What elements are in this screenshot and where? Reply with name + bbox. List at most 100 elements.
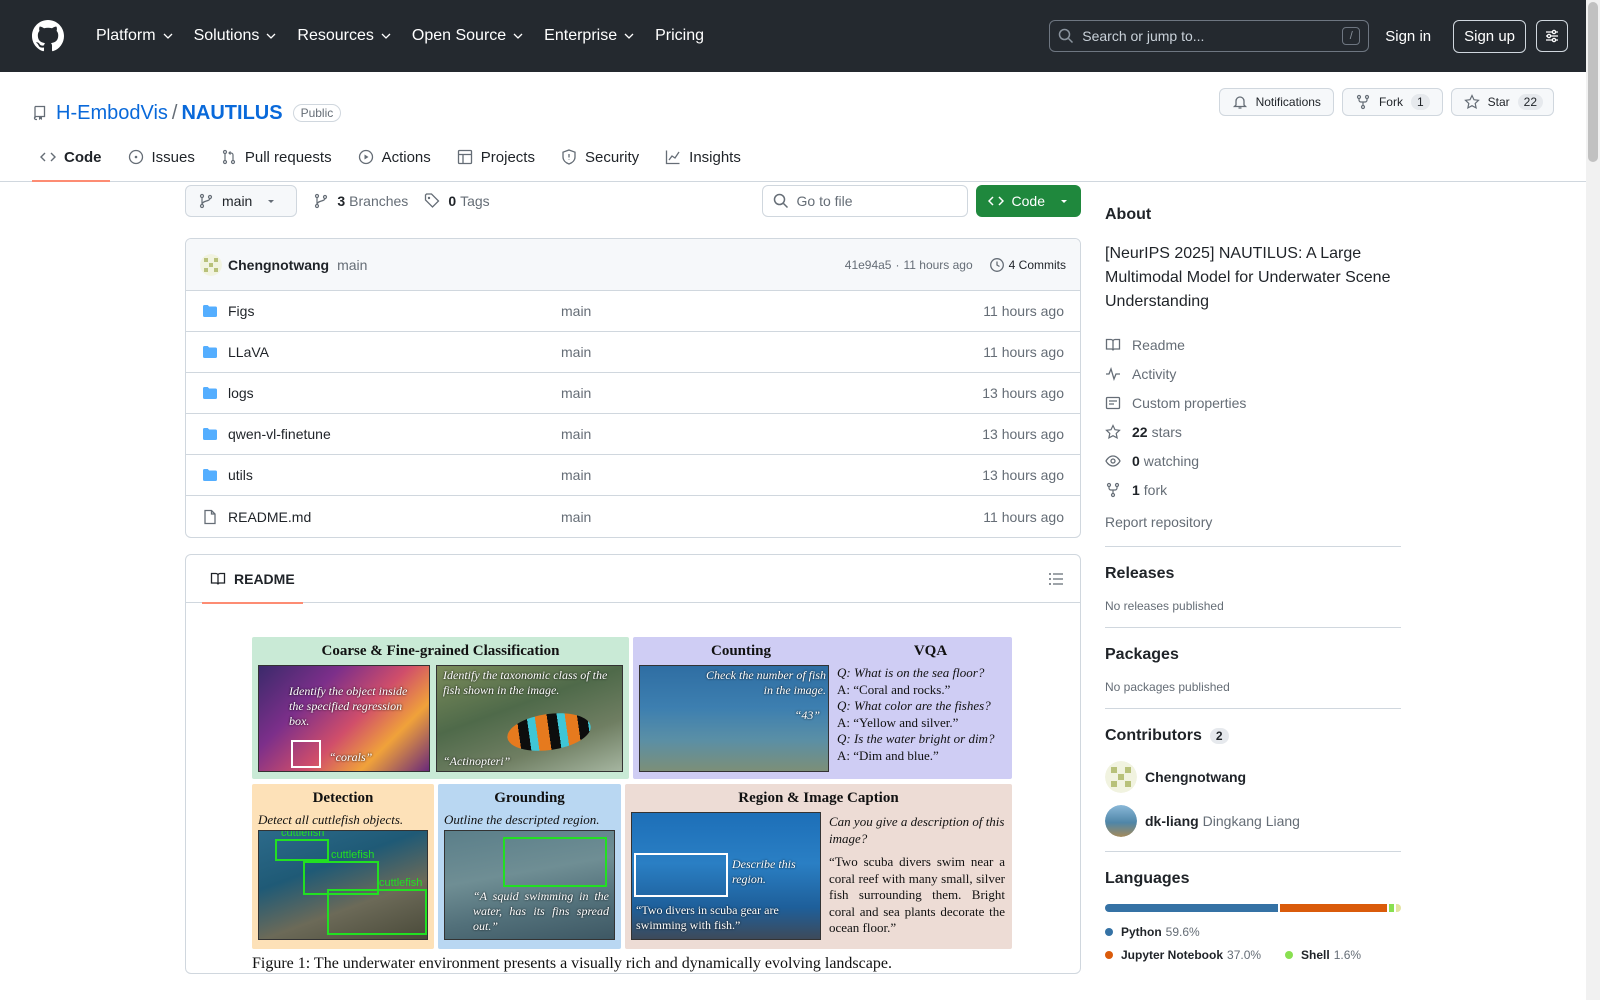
file-commit-message[interactable]: main: [561, 303, 591, 319]
commit-author-link[interactable]: Chengnotwang: [228, 257, 329, 273]
file-row[interactable]: README.md main 11 hours ago: [186, 496, 1080, 537]
detection-label-1: cuttlefish: [281, 830, 325, 839]
code-dropdown-button[interactable]: Code: [975, 185, 1081, 217]
tab-actions[interactable]: Actions: [350, 133, 439, 181]
tab-projects[interactable]: Projects: [449, 133, 543, 181]
go-to-file-input[interactable]: Go to file: [761, 185, 968, 217]
commit-meta-separator: ·: [895, 257, 900, 272]
notifications-button[interactable]: Notifications: [1218, 88, 1334, 116]
nav-label: Open Source: [411, 27, 507, 44]
stars-link[interactable]: 22 stars: [1105, 417, 1401, 446]
nav-open-source[interactable]: Open Source: [402, 20, 534, 52]
file-commit-message[interactable]: main: [561, 344, 591, 360]
contributor-item[interactable]: dk-liang Dingkang Liang: [1105, 805, 1401, 837]
file-commit-message[interactable]: main: [561, 509, 591, 525]
packages-empty: No packages published: [1105, 680, 1230, 694]
file-commit-time: 13 hours ago: [982, 385, 1064, 401]
page-scrollbar[interactable]: [1586, 0, 1600, 1000]
file-row[interactable]: qwen-vl-finetune main 13 hours ago: [186, 414, 1080, 455]
tab-insights[interactable]: Insights: [657, 133, 749, 181]
star-count: 22: [1517, 94, 1543, 110]
code-icon: [987, 196, 1004, 206]
branch-select-button[interactable]: main: [185, 185, 298, 217]
file-row[interactable]: LLaVA main 11 hours ago: [186, 332, 1080, 373]
forks-link[interactable]: 1 fork: [1105, 475, 1401, 504]
detection-instruction: Detect all cuttlefish objects.: [258, 812, 404, 827]
nav-platform[interactable]: Platform: [86, 20, 184, 52]
avatar[interactable]: [1105, 805, 1137, 837]
nav-solutions[interactable]: Solutions: [184, 20, 288, 52]
file-name-link[interactable]: utils: [228, 467, 561, 483]
language-item[interactable]: Jupyter Notebook 37.0%: [1105, 943, 1261, 966]
folder-icon: [203, 387, 217, 399]
language-percent: 59.6%: [1165, 924, 1200, 939]
language-bar-segment: [1389, 904, 1394, 912]
nav-enterprise[interactable]: Enterprise: [534, 20, 645, 52]
activity-link[interactable]: Activity: [1105, 359, 1401, 388]
tab-pull-requests[interactable]: Pull requests: [213, 133, 340, 181]
list-unordered-icon[interactable]: [1048, 571, 1064, 587]
sign-in-link[interactable]: Sign in: [1385, 28, 1431, 45]
nav-label: Pricing: [655, 27, 704, 44]
file-commit-message[interactable]: main: [561, 385, 591, 401]
file-name-link[interactable]: LLaVA: [228, 344, 561, 360]
commits-history-link[interactable]: 4 Commits: [989, 257, 1066, 273]
releases-heading[interactable]: Releases: [1105, 565, 1401, 583]
cls-answer-1: “corals”: [329, 750, 373, 764]
commit-message-link[interactable]: main: [337, 257, 367, 273]
language-item[interactable]: Shell 1.6%: [1285, 943, 1361, 966]
tab-security[interactable]: Security: [553, 133, 647, 181]
tab-code[interactable]: Code: [32, 133, 110, 182]
repo-name-link[interactable]: NAUTILUS: [181, 102, 282, 125]
file-commit-message[interactable]: main: [561, 467, 591, 483]
search-input[interactable]: Search or jump to... /: [1049, 20, 1370, 52]
tags-link[interactable]: 0 Tags: [424, 193, 490, 209]
language-item[interactable]: Python 59.6%: [1105, 920, 1200, 943]
readme-link[interactable]: Readme: [1105, 330, 1401, 359]
fork-button[interactable]: Fork 1: [1341, 88, 1443, 116]
star-button[interactable]: Star 22: [1450, 88, 1554, 116]
file-name-link[interactable]: Figs: [228, 303, 561, 319]
tab-issues[interactable]: Issues: [120, 133, 203, 181]
report-repository-link[interactable]: Report repository: [1105, 508, 1401, 536]
file-toolbar: main 3 Branches 0 Tags Go to file Code: [185, 184, 1081, 218]
file-commit-message[interactable]: main: [561, 426, 591, 442]
language-name: Python: [1121, 924, 1162, 939]
file-name-link[interactable]: logs: [228, 385, 561, 401]
branches-link[interactable]: 3 Branches: [313, 193, 408, 209]
search-icon: [1059, 28, 1074, 44]
site-menu-button[interactable]: [1536, 20, 1568, 52]
repo-owner-link[interactable]: H-EmbodVis: [56, 102, 168, 125]
packages-heading[interactable]: Packages: [1105, 646, 1401, 664]
grounding-panel: Grounding Outline the descripted region.…: [438, 784, 621, 949]
vqa-lines: Q: What is on the sea floor? A: “Coral an…: [837, 665, 1009, 764]
notifications-label: Notifications: [1255, 95, 1321, 109]
file-row[interactable]: utils main 13 hours ago: [186, 455, 1080, 496]
tags-label: Tags: [460, 193, 490, 209]
github-logo-icon[interactable]: [32, 20, 64, 52]
sidebar-divider: [1105, 546, 1401, 547]
watching-link[interactable]: 0 watching: [1105, 446, 1401, 475]
avatar[interactable]: [200, 253, 222, 276]
contributors-heading[interactable]: Contributors 2: [1105, 727, 1401, 745]
folder-icon: [203, 305, 217, 317]
file-row[interactable]: Figs main 11 hours ago: [186, 291, 1080, 332]
scrollbar-thumb[interactable]: [1588, 2, 1598, 162]
commit-hash-link[interactable]: 41e94a5: [845, 258, 892, 272]
readme-tab[interactable]: README: [202, 555, 303, 604]
nav-pricing[interactable]: Pricing: [645, 20, 714, 52]
sign-up-button[interactable]: Sign up: [1453, 19, 1526, 53]
contributor-item[interactable]: Chengnotwang: [1105, 761, 1401, 793]
file-name-link[interactable]: qwen-vl-finetune: [228, 426, 561, 442]
repo-header: H-EmbodVis / NAUTILUS Public Notificatio…: [0, 72, 1600, 182]
squid-image: “A squid swimming in the water, has its …: [444, 830, 615, 940]
about-links: Readme Activity Custom properties 22 sta…: [1105, 330, 1401, 504]
file-name-link[interactable]: README.md: [228, 509, 561, 525]
caption-region-box: [634, 853, 728, 897]
avatar[interactable]: [1105, 761, 1137, 793]
custom-properties-link[interactable]: Custom properties: [1105, 388, 1401, 417]
tab-label: Code: [64, 148, 102, 166]
releases-empty: No releases published: [1105, 599, 1224, 613]
file-row[interactable]: logs main 13 hours ago: [186, 373, 1080, 414]
nav-resources[interactable]: Resources: [287, 20, 401, 52]
